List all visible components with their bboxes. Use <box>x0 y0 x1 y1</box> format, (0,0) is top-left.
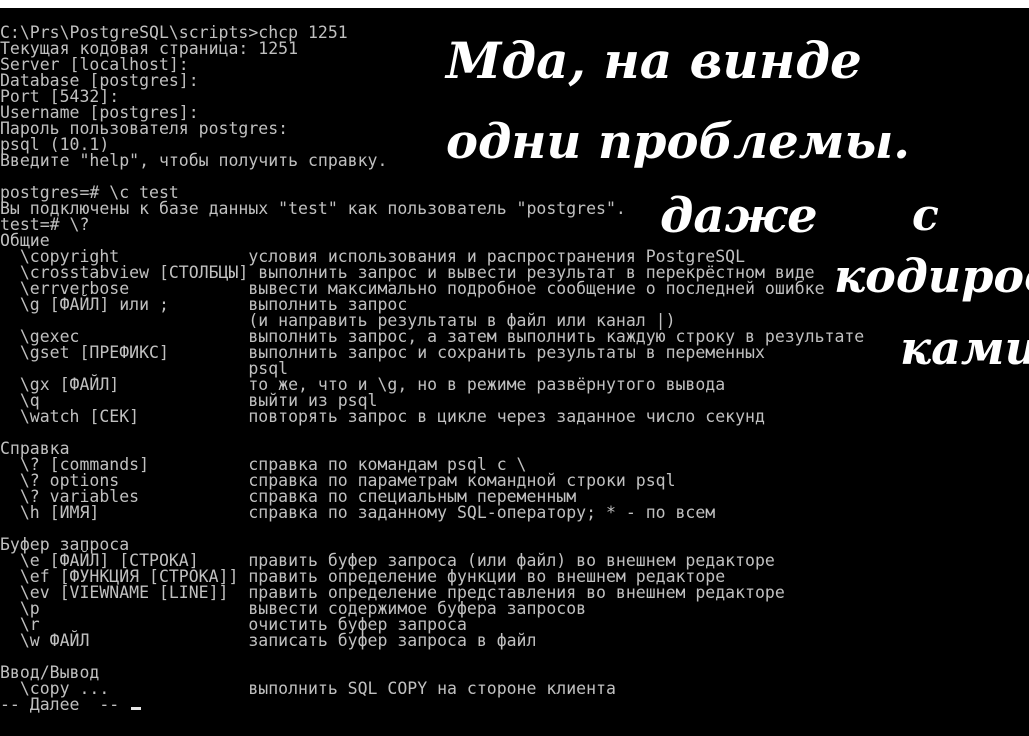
handwriting-line-1: Мда, на винде <box>444 31 862 90</box>
handwritten-annotation: Мда, на винде одни проблемы. даже с коди… <box>444 31 1029 375</box>
handwriting-line-3: даже <box>660 188 818 244</box>
screenshot: C:\Prs\PostgreSQL\scripts>chcp 1251 Текущ… <box>0 0 1029 736</box>
handwriting-line-4: с <box>912 190 939 241</box>
handwriting-line-5: кодиров <box>834 249 1029 303</box>
handwriting-line-2: одни проблемы. <box>446 114 910 170</box>
handwriting-line-6: ками <box>900 321 1029 375</box>
